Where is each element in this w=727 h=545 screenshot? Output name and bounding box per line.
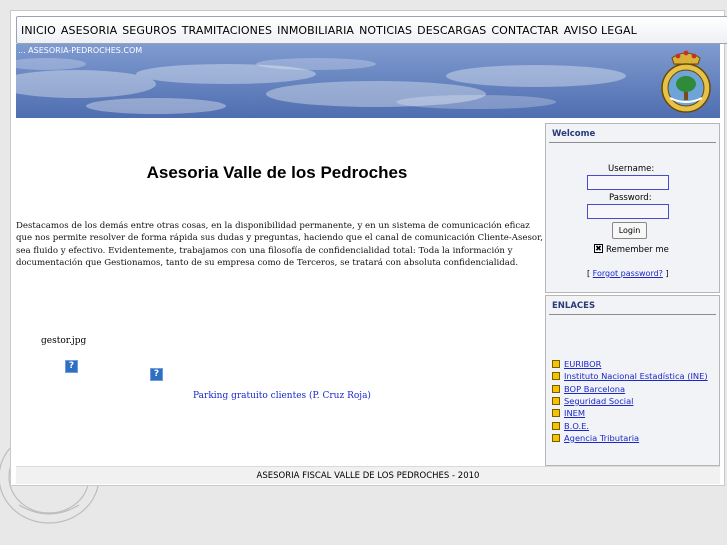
remember-me-checkbox[interactable]: ✖ [594, 244, 603, 253]
nav-item-seguros[interactable]: SEGUROS [122, 24, 177, 37]
remember-me-label: Remember me [606, 245, 669, 255]
nav-item-inmobiliaria[interactable]: INMOBILIARIA [277, 24, 354, 37]
nav-item-asesoria[interactable]: ASESORIA [61, 24, 117, 37]
nav-item-contactar[interactable]: CONTACTAR [491, 24, 558, 37]
broken-image-icon: ? [65, 360, 78, 373]
top-navigation: INICIO ASESORIA SEGUROS TRAMITACIONES IN… [16, 16, 727, 44]
password-label: Password: [609, 193, 652, 203]
coat-of-arms-icon [661, 50, 711, 113]
list-item: Seguridad Social [552, 395, 708, 407]
parking-link[interactable]: Parking gratuito clientes (P. Cruz Roja) [193, 391, 371, 401]
list-item: B.O.E. [552, 419, 708, 431]
image-alt-text: gestor.jpg [41, 336, 87, 346]
links-module: ENLACES EURIBOR Instituto Nacional Estad… [545, 295, 720, 466]
page-footer: ASESORIA FISCAL VALLE DE LOS PEDROCHES -… [16, 466, 720, 484]
square-bullet-icon [552, 409, 560, 418]
link-ine[interactable]: Instituto Nacional Estadística (INE) [564, 371, 708, 381]
page-title: Asesoria Valle de los Pedroches [146, 163, 408, 182]
link-agencia-tributaria[interactable]: Agencia Tributaria [564, 433, 639, 443]
list-item: BOP Barcelona [552, 383, 708, 395]
forgot-open-bracket: [ [587, 269, 591, 278]
nav-item-aviso-legal[interactable]: AVISO LEGAL [564, 24, 637, 37]
username-input[interactable] [587, 175, 669, 190]
link-euribor[interactable]: EURIBOR [564, 359, 601, 369]
links-list: EURIBOR Instituto Nacional Estadística (… [552, 358, 708, 444]
banner-clouds [16, 44, 720, 118]
login-module: Welcome Username: Password: Login ✖ Reme… [545, 123, 720, 293]
forgot-password: [ Forgot password? ] [587, 269, 669, 278]
square-bullet-icon [552, 372, 560, 381]
link-inem[interactable]: INEM [564, 408, 585, 418]
page-container: INICIO ASESORIA SEGUROS TRAMITACIONES IN… [10, 10, 727, 486]
square-bullet-icon [552, 360, 560, 369]
nav-item-inicio[interactable]: INICIO [21, 24, 56, 37]
square-bullet-icon [552, 433, 560, 442]
forgot-close-bracket: ] [665, 269, 669, 278]
square-bullet-icon [552, 384, 560, 393]
link-boe[interactable]: B.O.E. [564, 421, 589, 431]
square-bullet-icon [552, 421, 560, 430]
nav-item-noticias[interactable]: NOTICIAS [359, 24, 412, 37]
login-module-title: Welcome [549, 124, 716, 143]
list-item: Instituto Nacional Estadística (INE) [552, 370, 708, 382]
list-item: Agencia Tributaria [552, 432, 708, 444]
intro-paragraph: Destacamos de los demás entre otras cosa… [16, 221, 543, 268]
header-banner: ... ASESORIA-PEDROCHES.COM [16, 44, 720, 118]
nav-item-descargas[interactable]: DESCARGAS [417, 24, 486, 37]
footer-text: ASESORIA FISCAL VALLE DE LOS PEDROCHES -… [256, 470, 480, 481]
links-module-title: ENLACES [549, 296, 716, 315]
broken-image-icon: ? [150, 368, 163, 381]
link-bop-barcelona[interactable]: BOP Barcelona [564, 384, 625, 394]
forgot-password-link[interactable]: Forgot password? [593, 269, 663, 278]
login-button[interactable]: Login [612, 222, 647, 239]
username-label: Username: [608, 164, 655, 174]
password-input[interactable] [587, 204, 669, 219]
square-bullet-icon [552, 397, 560, 406]
list-item: INEM [552, 407, 708, 419]
link-seguridad-social[interactable]: Seguridad Social [564, 396, 633, 406]
list-item: EURIBOR [552, 358, 708, 370]
nav-item-tramitaciones[interactable]: TRAMITACIONES [182, 24, 272, 37]
banner-site-name: ... ASESORIA-PEDROCHES.COM [18, 46, 143, 55]
